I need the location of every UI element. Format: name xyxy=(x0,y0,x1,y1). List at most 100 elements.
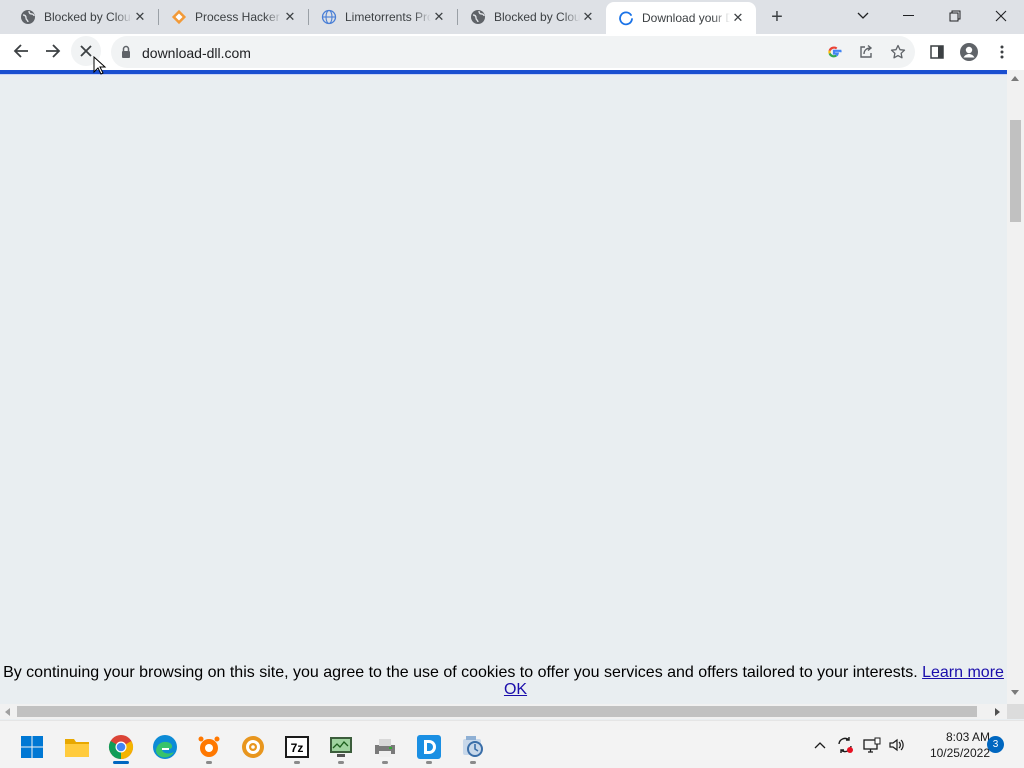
taskbar-avast[interactable] xyxy=(191,729,227,765)
tray-volume[interactable] xyxy=(887,735,907,755)
chrome-icon xyxy=(108,735,134,759)
folder-icon xyxy=(65,739,89,757)
avast-icon xyxy=(198,736,220,757)
close-tab-icon[interactable]: ✕ xyxy=(132,9,148,25)
running-app-indicator xyxy=(426,761,432,764)
running-app-indicator xyxy=(338,761,344,764)
bookmark-star-icon[interactable] xyxy=(888,42,908,62)
close-tab-icon[interactable]: ✕ xyxy=(282,9,298,25)
speaker-icon xyxy=(889,738,904,752)
tab-title: Blocked by Cloudflare xyxy=(44,10,132,24)
notification-badge[interactable]: 3 xyxy=(987,736,1004,753)
mouse-cursor-icon xyxy=(93,56,107,75)
printer-icon xyxy=(375,739,395,757)
network-icon xyxy=(863,737,881,753)
new-tab-button[interactable]: + xyxy=(764,5,790,29)
arrow-right-icon xyxy=(46,44,61,58)
tab-title: Blocked by Cloudflare xyxy=(494,10,580,24)
taskbar-settings[interactable] xyxy=(235,729,271,765)
close-tab-icon[interactable]: ✕ xyxy=(431,9,447,25)
app-d-icon xyxy=(417,735,441,759)
chevron-up-icon xyxy=(814,742,826,749)
scroll-down-icon[interactable] xyxy=(1011,690,1019,695)
windows-logo-icon xyxy=(21,736,43,758)
globe-icon xyxy=(470,9,486,25)
close-tab-icon[interactable]: ✕ xyxy=(730,10,746,26)
tab-blocked-by-cloudflare-2[interactable]: Blocked by Cloudflare ✕ xyxy=(458,0,606,34)
restore-button[interactable] xyxy=(932,0,978,32)
google-icon[interactable] xyxy=(824,42,844,62)
globe-icon xyxy=(321,9,337,25)
scroll-up-icon[interactable] xyxy=(1011,76,1019,81)
taskbar-file-explorer[interactable] xyxy=(59,729,95,765)
url-text[interactable]: download-dll.com xyxy=(142,45,251,61)
system-clock[interactable]: 8:03 AM 10/25/2022 xyxy=(912,729,990,761)
cookie-message: By continuing your browsing on this site… xyxy=(3,664,918,681)
running-app-indicator xyxy=(382,761,388,764)
gear-icon xyxy=(242,736,264,758)
start-button[interactable] xyxy=(14,729,50,765)
close-tab-icon[interactable]: ✕ xyxy=(580,9,596,25)
taskbar-network-monitor[interactable] xyxy=(323,729,359,765)
svg-text:7z: 7z xyxy=(291,741,304,755)
share-icon[interactable] xyxy=(856,42,876,62)
utility-icon xyxy=(463,736,483,757)
cookie-ok-link[interactable]: OK xyxy=(504,681,527,698)
close-window-button[interactable] xyxy=(978,0,1024,32)
taskbar-app-d[interactable] xyxy=(411,729,447,765)
clock-time: 8:03 AM xyxy=(945,730,990,744)
tray-sync[interactable] xyxy=(835,735,855,755)
taskbar-system-utility[interactable] xyxy=(455,729,491,765)
more-menu-icon[interactable] xyxy=(991,41,1013,63)
learn-more-link[interactable]: Learn more xyxy=(922,664,1004,681)
scroll-left-icon[interactable] xyxy=(5,708,10,716)
loading-spinner-icon xyxy=(618,10,634,26)
minimize-icon xyxy=(903,15,914,16)
vertical-scroll-thumb[interactable] xyxy=(1010,120,1021,222)
tab-search-button[interactable] xyxy=(840,0,886,32)
tab-blocked-by-cloudflare-1[interactable]: Blocked by Cloudflare ✕ xyxy=(0,0,158,34)
restore-icon xyxy=(949,10,961,22)
arrow-left-icon xyxy=(13,44,28,58)
process-hacker-icon xyxy=(171,9,187,25)
profile-avatar-icon[interactable] xyxy=(958,41,980,63)
windows-taskbar: 7z 8:03 AM 10/25/2022 3 xyxy=(0,720,1024,768)
close-icon xyxy=(80,45,92,57)
chevron-down-icon xyxy=(857,12,869,19)
show-hidden-icons-button[interactable] xyxy=(810,735,830,755)
tab-download-dll-active[interactable]: Download your DLL ✕ xyxy=(606,2,756,34)
side-panel-icon[interactable] xyxy=(926,41,948,63)
scroll-right-icon[interactable] xyxy=(995,708,1000,716)
tab-title: Download your DLL xyxy=(642,11,730,25)
scrollbar-corner xyxy=(1007,704,1024,719)
tray-network[interactable] xyxy=(862,735,882,755)
7zip-icon: 7z xyxy=(285,736,309,758)
forward-button[interactable] xyxy=(38,36,68,66)
globe-icon xyxy=(20,9,36,25)
active-app-indicator xyxy=(113,761,129,764)
horizontal-scrollbar[interactable] xyxy=(0,704,1007,719)
clock-date: 10/25/2022 xyxy=(929,746,990,760)
taskbar-edge[interactable] xyxy=(147,729,183,765)
horizontal-scroll-thumb[interactable] xyxy=(17,706,977,717)
cookie-banner: By continuing your browsing on this site… xyxy=(0,664,1007,698)
edge-icon xyxy=(153,735,177,759)
tab-title: Process Hacker xyxy=(195,10,280,24)
taskbar-device-manager[interactable] xyxy=(367,729,403,765)
taskbar-chrome[interactable] xyxy=(103,729,139,765)
tab-process-hacker[interactable]: Process Hacker ✕ xyxy=(159,0,308,34)
monitor-icon xyxy=(330,737,352,757)
sync-icon xyxy=(838,737,853,753)
lock-icon[interactable] xyxy=(119,44,133,65)
taskbar-7zip[interactable]: 7z xyxy=(279,729,315,765)
running-app-indicator xyxy=(206,761,212,764)
tab-title: Limetorrents Proxy xyxy=(345,10,431,24)
running-app-indicator xyxy=(470,761,476,764)
tab-limetorrents[interactable]: Limetorrents Proxy ✕ xyxy=(309,0,457,34)
vertical-scrollbar[interactable] xyxy=(1007,70,1024,704)
minimize-button[interactable] xyxy=(886,0,932,32)
browser-toolbar: download-dll.com xyxy=(0,34,1024,70)
back-button[interactable] xyxy=(6,36,36,66)
tab-strip: Blocked by Cloudflare ✕ Process Hacker ✕… xyxy=(0,0,1024,34)
address-bar[interactable]: download-dll.com xyxy=(111,36,915,68)
